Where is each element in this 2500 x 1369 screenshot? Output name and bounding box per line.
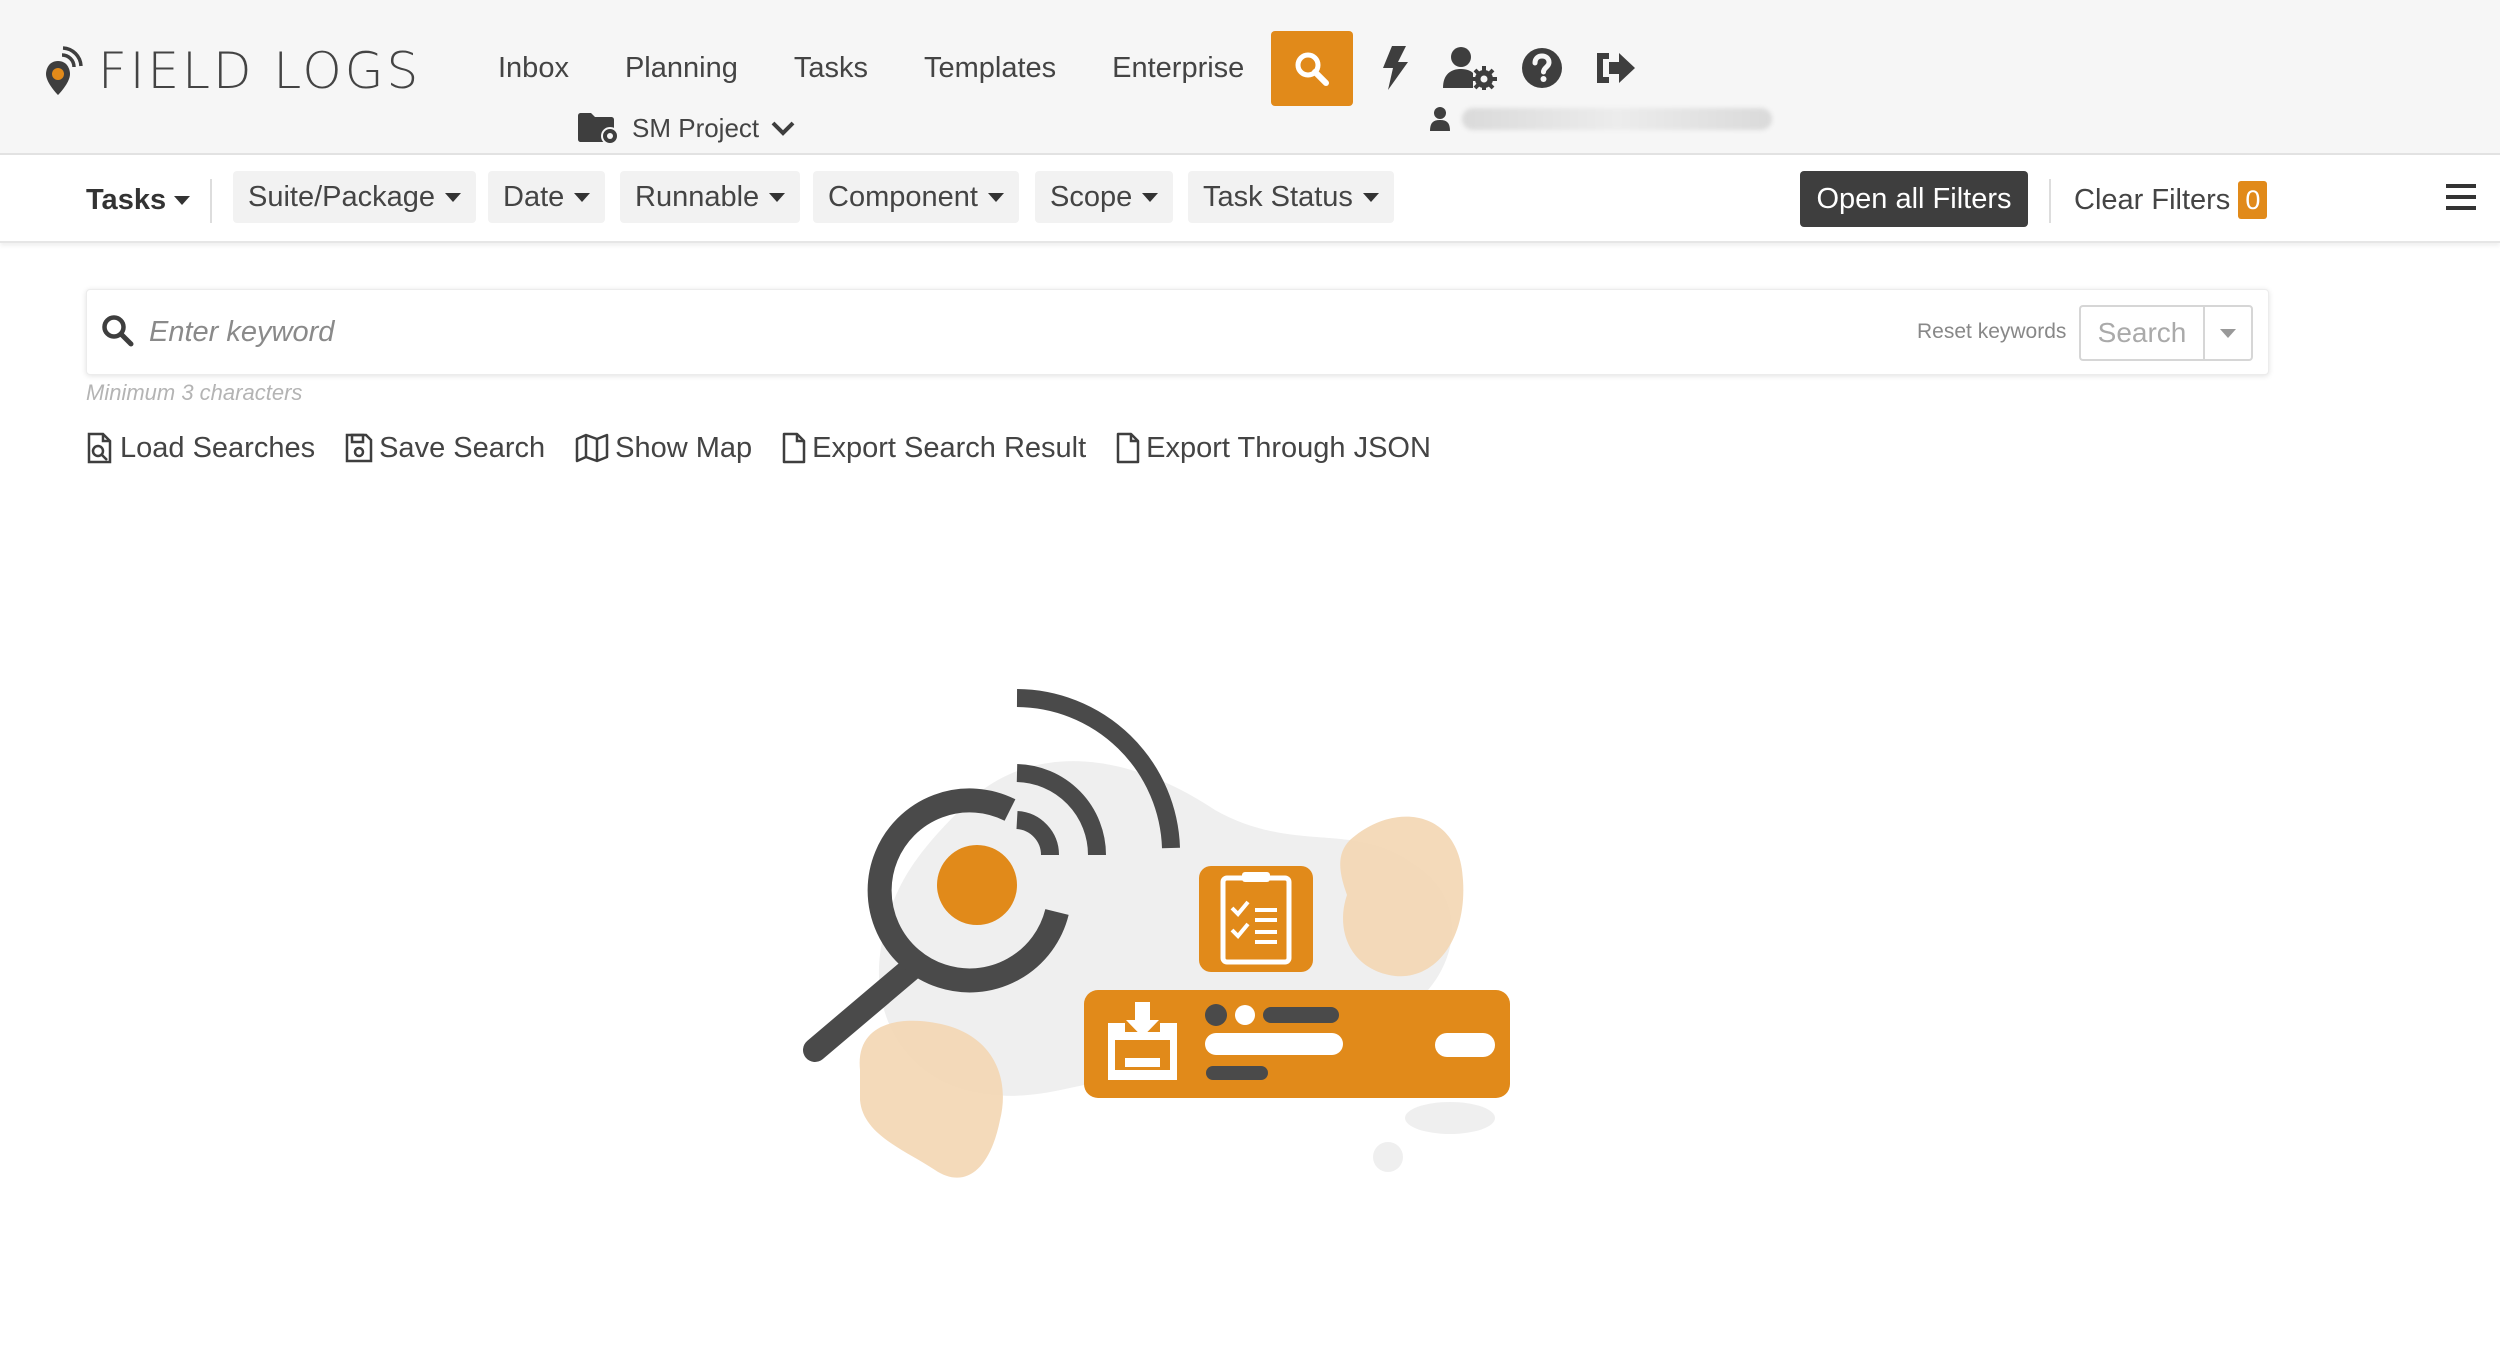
filter-component[interactable]: Component [813, 171, 1019, 223]
user-icon [1430, 107, 1450, 131]
current-user [1430, 107, 1772, 131]
nav-item-inbox[interactable]: Inbox [498, 46, 569, 90]
export-through-json-button[interactable]: Export Through JSON [1116, 430, 1431, 466]
nav-item-tasks[interactable]: Tasks [794, 46, 868, 90]
caret-down-icon [987, 192, 1004, 202]
search-icon [102, 315, 134, 347]
nav-item-enterprise[interactable]: Enterprise [1112, 46, 1244, 90]
export-search-result-button[interactable]: Export Search Result [782, 430, 1086, 466]
caret-down-icon [445, 192, 462, 202]
caret-down-icon [1362, 192, 1379, 202]
help-button[interactable] [1518, 44, 1566, 92]
nav-item-templates[interactable]: Templates [924, 46, 1056, 90]
action-label: Export Search Result [812, 431, 1087, 464]
divider [2049, 179, 2051, 223]
bolt-icon [1383, 46, 1408, 90]
tray-slot [1125, 1058, 1160, 1067]
folder-settings-icon [578, 113, 619, 144]
logout-button[interactable] [1591, 44, 1639, 92]
magnifier-dot [937, 845, 1017, 925]
action-label: Save Search [379, 431, 546, 464]
location-signal-icon [46, 46, 83, 95]
divider [210, 179, 212, 223]
menu-line [2446, 184, 2476, 188]
menu-line [2446, 206, 2476, 210]
search-actions: Load Searches Save Search Show Map Expor… [86, 430, 1461, 466]
file-icon [1116, 432, 1140, 464]
action-label: Show Map [615, 431, 753, 464]
caret-down-icon [2220, 328, 2236, 338]
logout-icon [1597, 53, 1635, 83]
bar-line [1206, 1066, 1268, 1080]
bar-dot [1235, 1005, 1255, 1025]
load-searches-button[interactable]: Load Searches [86, 430, 315, 466]
action-label: Load Searches [120, 431, 316, 464]
filter-scope[interactable]: Scope [1035, 171, 1174, 223]
search-hint: Minimum 3 characters [86, 380, 303, 405]
bar-line [1263, 1007, 1339, 1023]
search-submit-button[interactable]: Search [2079, 305, 2203, 361]
project-selector[interactable]: SM Project [578, 112, 795, 144]
search-options-dropdown[interactable] [2203, 305, 2253, 361]
file-icon [782, 432, 806, 464]
menu-line [2446, 195, 2476, 199]
clear-filters-button[interactable]: Clear Filters 0 [2074, 177, 2268, 223]
bar-dot [1205, 1004, 1227, 1026]
project-name: SM Project [632, 112, 760, 143]
hamburger-menu-icon[interactable] [2446, 184, 2476, 214]
filter-label: Component [828, 180, 978, 213]
caret-down-icon [769, 192, 786, 202]
search-icon [1295, 52, 1329, 86]
open-all-filters-button[interactable]: Open all Filters [1800, 171, 2028, 227]
floppy-disk-icon [345, 433, 373, 463]
caret-down-icon [1142, 192, 1159, 202]
nav-item-planning[interactable]: Planning [625, 46, 738, 90]
filter-suite-package[interactable]: Suite/Package [233, 171, 477, 223]
keyword-search-box: Reset keywords Search [86, 289, 2269, 375]
chevron-down-icon [771, 121, 795, 136]
bar-line [1205, 1033, 1343, 1055]
action-label: Export Through JSON [1146, 431, 1431, 464]
user-settings-button[interactable] [1442, 44, 1498, 92]
filter-runnable[interactable]: Runnable [620, 171, 801, 223]
brand-name: FIELD LOGS [98, 42, 422, 100]
filter-task-status[interactable]: Task Status [1188, 171, 1394, 223]
filter-label: Scope [1050, 180, 1133, 213]
background-blob-small [1405, 1102, 1495, 1134]
orange-blob-left [859, 1020, 1003, 1178]
filter-label: Date [503, 180, 565, 213]
user-settings-icon [1443, 47, 1497, 90]
filter-label: Suite/Package [248, 180, 436, 213]
reset-keywords-link[interactable]: Reset keywords [1917, 320, 2066, 344]
user-email-redacted [1462, 108, 1772, 130]
keyword-input[interactable] [149, 308, 1849, 356]
active-filter-count-badge: 0 [2238, 181, 2268, 219]
quick-actions-button[interactable] [1371, 44, 1419, 92]
scope-dropdown[interactable]: Tasks [86, 177, 191, 223]
caret-down-icon [574, 192, 591, 202]
filter-bar: Tasks Suite/Package Date Runnable Compon… [0, 157, 2500, 243]
background-dot [1373, 1142, 1403, 1172]
clipboard-clip [1242, 872, 1270, 882]
empty-search-illustration [803, 689, 1510, 1178]
map-icon [575, 433, 609, 463]
bar-pill [1435, 1033, 1495, 1057]
help-icon [1522, 48, 1562, 88]
file-search-icon [87, 432, 112, 464]
show-map-button[interactable]: Show Map [575, 430, 752, 466]
clear-filters-label: Clear Filters [2074, 183, 2231, 216]
brand-logo[interactable]: FIELD LOGS [44, 40, 421, 102]
top-header: FIELD LOGS Inbox Planning Tasks Template… [0, 0, 2500, 155]
scope-dropdown-label: Tasks [86, 183, 167, 216]
filter-label: Runnable [635, 180, 760, 213]
orange-blob-right [1340, 816, 1464, 977]
save-search-button[interactable]: Save Search [345, 430, 545, 466]
filter-date[interactable]: Date [488, 171, 606, 223]
header-search-button[interactable] [1271, 31, 1353, 106]
filter-label: Task Status [1203, 180, 1353, 213]
main-nav: Inbox Planning Tasks Templates Enterpris… [498, 46, 1300, 90]
caret-down-icon [174, 195, 191, 205]
